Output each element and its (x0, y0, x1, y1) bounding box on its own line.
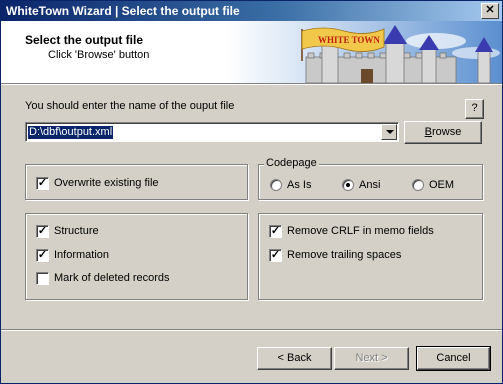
back-button[interactable]: < Back (257, 347, 332, 370)
next-button[interactable]: Next > (334, 347, 409, 370)
structure-label[interactable]: Structure (54, 225, 99, 237)
title-bar[interactable]: WhiteTown Wizard | Select the output fil… (1, 1, 502, 21)
codepage-radio-as-is[interactable] (270, 179, 282, 191)
window-title: WhiteTown Wizard | Select the output fil… (6, 4, 240, 18)
footer-divider (1, 329, 502, 331)
step-subtitle: Click 'Browse' button (48, 49, 150, 61)
information-checkbox[interactable]: ✓ (36, 249, 49, 262)
codepage-title: Codepage (264, 157, 319, 169)
remove-trailing-spaces-checkbox[interactable]: ✓ (269, 249, 282, 262)
deleted-records-checkbox[interactable] (36, 272, 49, 285)
overwrite-checkbox[interactable]: ✓ (36, 177, 49, 190)
chevron-down-icon[interactable] (381, 124, 397, 140)
codepage-radio-ansi[interactable] (342, 179, 354, 191)
output-file-value: D:\dbf\output.xml (28, 126, 114, 139)
deleted-records-label[interactable]: Mark of deleted records (54, 272, 170, 284)
step-title: Select the output file (25, 33, 144, 47)
cancel-button[interactable]: Cancel (416, 346, 491, 371)
file-prompt: You should enter the name of the ouput f… (25, 100, 235, 112)
output-file-combo[interactable]: D:\dbf\output.xml (25, 122, 399, 142)
browse-label-rest: rowse (432, 126, 462, 138)
remove-crlf-checkbox[interactable]: ✓ (269, 225, 282, 238)
castle-banner-icon: WHITE TOWN (226, 21, 502, 83)
codepage-radio-oem[interactable] (412, 179, 424, 191)
overwrite-label[interactable]: Overwrite existing file (54, 177, 159, 189)
remove-trailing-spaces-label[interactable]: Remove trailing spaces (287, 249, 401, 261)
codepage-label-oem[interactable]: OEM (429, 179, 454, 191)
remove-crlf-label[interactable]: Remove CRLF in memo fields (287, 225, 434, 237)
banner-text: WHITE TOWN (318, 35, 380, 45)
help-button[interactable]: ? (465, 99, 484, 119)
structure-checkbox[interactable]: ✓ (36, 225, 49, 238)
information-label[interactable]: Information (54, 249, 109, 261)
close-icon[interactable]: ✕ (481, 3, 499, 19)
browse-button[interactable]: Browse (404, 121, 482, 144)
wizard-header: Select the output file Click 'Browse' bu… (1, 21, 502, 83)
codepage-label-as-is[interactable]: As Is (287, 179, 311, 191)
wizard-window: WhiteTown Wizard | Select the output fil… (0, 0, 503, 384)
header-divider (1, 83, 502, 85)
codepage-label-ansi[interactable]: Ansi (359, 179, 380, 191)
